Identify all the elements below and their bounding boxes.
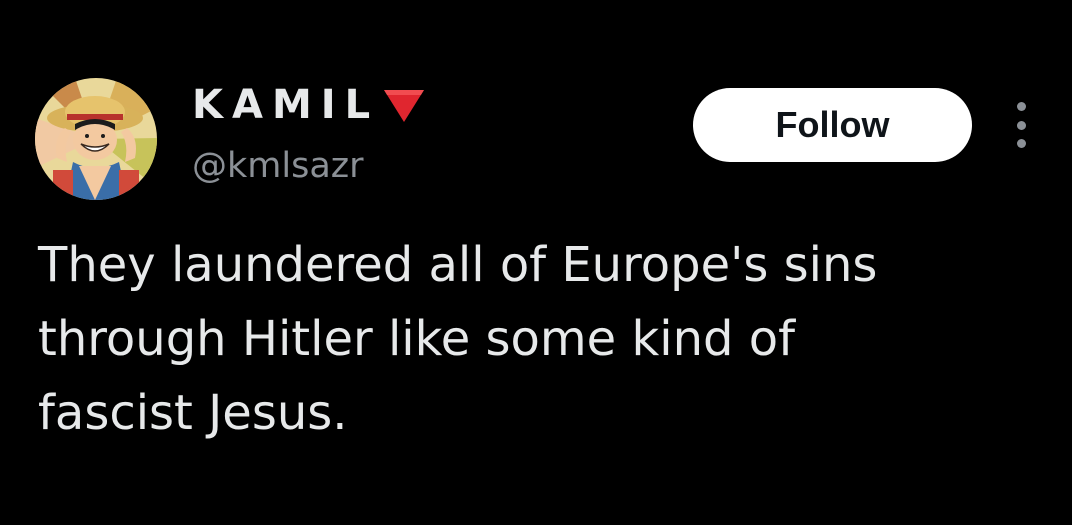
tweet-text-line: fascist Jesus. bbox=[38, 385, 348, 441]
red-triangle-pointed-down-icon bbox=[384, 90, 425, 122]
follow-button[interactable]: Follow bbox=[693, 88, 972, 162]
display-name[interactable]: KAMIL bbox=[192, 80, 379, 130]
tweet-text-line: through Hitler like some kind of bbox=[38, 311, 795, 367]
user-handle[interactable]: @kmlsazr bbox=[192, 146, 364, 186]
more-dot bbox=[1016, 102, 1026, 111]
avatar-image bbox=[35, 78, 157, 200]
tweet-text: They laundered all of Europe's sins thro… bbox=[38, 228, 1038, 450]
more-dot bbox=[1016, 120, 1026, 130]
avatar[interactable] bbox=[35, 78, 157, 200]
tweet-text-line: They laundered all of Europe's sins bbox=[38, 237, 878, 293]
more-dot bbox=[1016, 139, 1026, 148]
display-name-row[interactable]: KAMIL bbox=[192, 80, 427, 130]
tweet-card: KAMIL @kmlsazr Follow They laundered all… bbox=[0, 0, 1072, 525]
more-vertical-icon[interactable] bbox=[1008, 102, 1034, 148]
